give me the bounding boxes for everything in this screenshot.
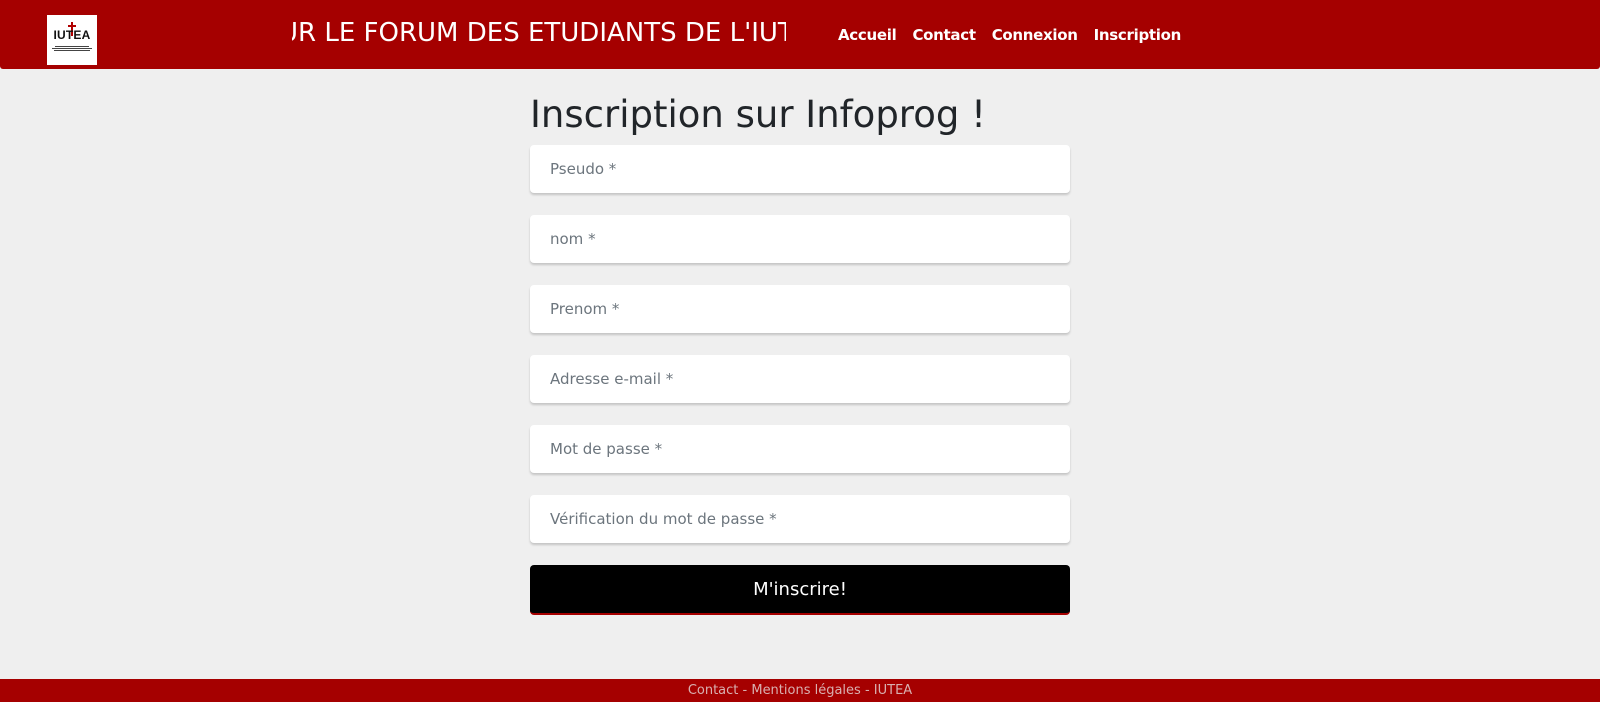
welcome-marquee: UR LE FORUM DES ETUDIANTS DE L'IUTEA — [292, 14, 786, 54]
page-title: Inscription sur Infoprog ! — [530, 93, 986, 136]
register-button[interactable]: M'inscrire! — [530, 565, 1070, 615]
iutea-logo[interactable]: IUTEA — [47, 15, 97, 65]
prenom-input[interactable] — [530, 285, 1070, 333]
nav-contact[interactable]: Contact — [912, 24, 976, 46]
email-input[interactable] — [530, 355, 1070, 403]
page-footer: Contact - Mentions légales - IUTEA — [0, 679, 1600, 702]
main-nav: Accueil Contact Connexion Inscription — [838, 24, 1181, 46]
footer-text: Contact - Mentions légales - IUTEA — [687, 683, 913, 698]
pseudo-input[interactable] — [530, 145, 1070, 193]
marquee-text: UR LE FORUM DES ETUDIANTS DE L'IUTEA — [292, 18, 786, 48]
nom-input[interactable] — [530, 215, 1070, 263]
nav-accueil[interactable]: Accueil — [838, 24, 897, 46]
logo-text: IUTEA — [53, 28, 91, 42]
logo-subtitle-lines — [52, 45, 92, 51]
nav-connexion[interactable]: Connexion — [992, 24, 1078, 46]
password-input[interactable] — [530, 425, 1070, 473]
nav-inscription[interactable]: Inscription — [1094, 24, 1182, 46]
password-confirm-input[interactable] — [530, 495, 1070, 543]
top-header: IUTEA UR LE FORUM DES ETUDIANTS DE L'IUT… — [0, 0, 1600, 69]
